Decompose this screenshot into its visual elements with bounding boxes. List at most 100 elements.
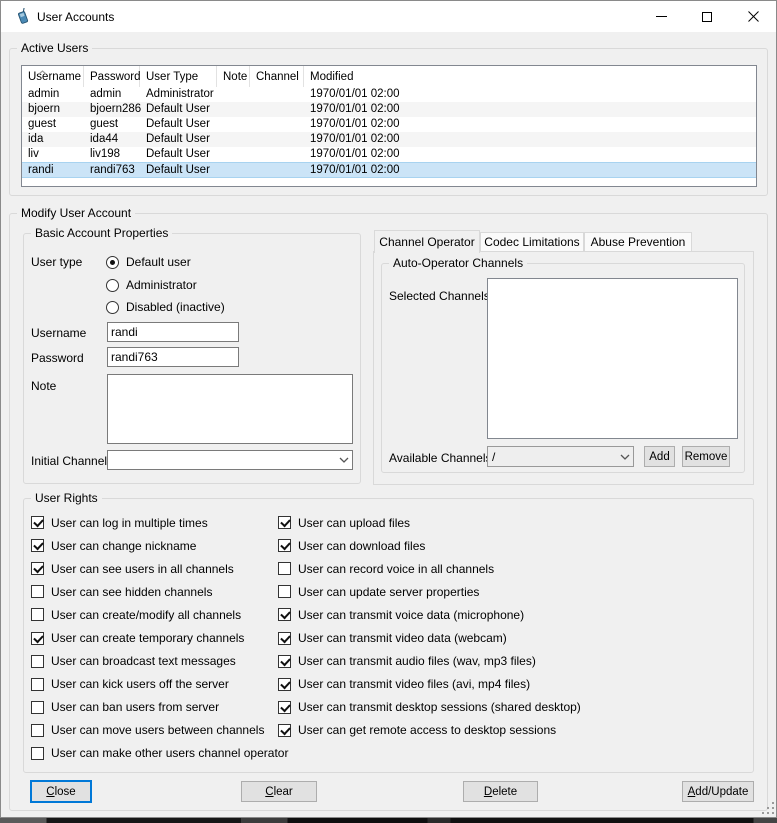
checkbox-unchecked-icon: [31, 678, 44, 691]
active-users-table[interactable]: UsernamePasswordUser TypeNoteChannelModi…: [21, 65, 757, 187]
checkbox-checked-icon: [278, 632, 291, 645]
cell-modified: 1970/01/01 02:00: [304, 163, 756, 177]
active-users-group-label: Active Users: [17, 41, 92, 56]
user-right-checkbox[interactable]: User can broadcast text messages: [31, 650, 273, 673]
user-right-checkbox[interactable]: User can move users between channels: [31, 719, 273, 742]
cell-modified: 1970/01/01 02:00: [304, 102, 756, 117]
close-button[interactable]: Close: [30, 780, 92, 803]
table-row-ida[interactable]: idaida44Default User1970/01/01 02:00: [22, 132, 756, 147]
clear-button[interactable]: Clear: [241, 781, 317, 802]
user-right-checkbox[interactable]: User can log in multiple times: [31, 511, 273, 534]
user-right-checkbox[interactable]: User can get remote access to desktop se…: [278, 719, 748, 742]
cell-channel: [250, 117, 304, 132]
cell-user_type: Administrator: [140, 87, 217, 102]
titlebar[interactable]: User Accounts: [1, 1, 776, 32]
radio-icon: [106, 279, 119, 292]
user-right-checkbox[interactable]: User can download files: [278, 534, 748, 557]
table-row-admin[interactable]: adminadminAdministrator1970/01/01 02:00: [22, 87, 756, 102]
window-title: User Accounts: [37, 10, 114, 24]
cell-modified: 1970/01/01 02:00: [304, 87, 756, 102]
username-field[interactable]: [107, 322, 239, 342]
checkbox-unchecked-icon: [31, 747, 44, 760]
checkbox-unchecked-icon: [31, 608, 44, 621]
resize-grip[interactable]: [762, 802, 775, 815]
tab-codec-limitations[interactable]: Codec Limitations: [480, 232, 584, 251]
maximize-button[interactable]: [684, 1, 730, 32]
user-right-checkbox[interactable]: User can see hidden channels: [31, 580, 273, 603]
user-right-checkbox[interactable]: User can upload files: [278, 511, 748, 534]
minimize-button[interactable]: [638, 1, 684, 32]
username-label: Username: [31, 326, 86, 340]
user-right-checkbox[interactable]: User can transmit audio files (wav, mp3 …: [278, 650, 748, 673]
column-header-note[interactable]: Note: [217, 66, 250, 87]
app-icon: [13, 8, 31, 26]
selected-channels-listbox[interactable]: [487, 278, 738, 439]
cell-modified: 1970/01/01 02:00: [304, 117, 756, 132]
user-right-checkbox[interactable]: User can ban users from server: [31, 696, 273, 719]
radio-default-user[interactable]: Default user: [106, 255, 191, 269]
user-right-checkbox[interactable]: User can transmit video files (avi, mp4 …: [278, 673, 748, 696]
checkbox-unchecked-icon: [31, 701, 44, 714]
user-right-checkbox[interactable]: User can update server properties: [278, 580, 748, 603]
user-right-checkbox[interactable]: User can kick users off the server: [31, 673, 273, 696]
cell-modified: 1970/01/01 02:00: [304, 147, 756, 162]
radio-administrator[interactable]: Administrator: [106, 278, 197, 292]
chevron-down-icon: [336, 457, 352, 463]
tab-abuse-prevention[interactable]: Abuse Prevention: [584, 232, 692, 251]
cell-password: bjoern286: [84, 102, 140, 117]
radio-label: Disabled (inactive): [126, 300, 225, 314]
column-header-password[interactable]: Password: [84, 66, 140, 87]
taskbar-behind-window: [0, 818, 777, 823]
close-window-button[interactable]: [730, 1, 776, 32]
table-row-bjoern[interactable]: bjoernbjoern286Default User1970/01/01 02…: [22, 102, 756, 117]
cell-note: [217, 117, 250, 132]
user-right-checkbox[interactable]: User can record voice in all channels: [278, 557, 748, 580]
radio-icon: [106, 301, 119, 314]
cell-password: randi763: [84, 163, 140, 177]
remove-channel-button[interactable]: Remove: [682, 446, 730, 467]
checkbox-checked-icon: [278, 516, 291, 529]
user-right-checkbox[interactable]: User can see users in all channels: [31, 557, 273, 580]
cell-note: [217, 87, 250, 102]
checkbox-unchecked-icon: [31, 724, 44, 737]
cell-username: admin: [22, 87, 84, 102]
checkbox-label: User can move users between channels: [51, 723, 264, 737]
user-right-checkbox[interactable]: User can create/modify all channels: [31, 603, 273, 626]
column-header-channel[interactable]: Channel: [250, 66, 304, 87]
minimize-icon: [656, 16, 667, 17]
available-channels-combobox[interactable]: /: [487, 446, 634, 467]
table-row-liv[interactable]: livliv198Default User1970/01/01 02:00: [22, 147, 756, 162]
user-right-checkbox[interactable]: User can transmit video data (webcam): [278, 626, 748, 649]
column-header-username[interactable]: Username: [22, 66, 84, 87]
delete-button[interactable]: Delete: [463, 781, 538, 802]
add-channel-button[interactable]: Add: [644, 446, 675, 467]
checkbox-label: User can see users in all channels: [51, 562, 234, 576]
initial-channel-combobox[interactable]: [107, 450, 353, 470]
checkbox-label: User can see hidden channels: [51, 585, 212, 599]
password-field[interactable]: [107, 347, 239, 367]
checkbox-unchecked-icon: [278, 585, 291, 598]
user-right-checkbox[interactable]: User can make other users channel operat…: [31, 742, 273, 765]
user-accounts-dialog: User Accounts Active Users UsernamePassw…: [0, 0, 777, 818]
cell-username: bjoern: [22, 102, 84, 117]
user-right-checkbox[interactable]: User can change nickname: [31, 534, 273, 557]
user-right-checkbox[interactable]: User can transmit voice data (microphone…: [278, 603, 748, 626]
table-row-randi[interactable]: randirandi763Default User1970/01/01 02:0…: [22, 162, 756, 178]
cell-channel: [250, 163, 304, 177]
table-row-guest[interactable]: guestguestDefault User1970/01/01 02:00: [22, 117, 756, 132]
close-icon: [748, 11, 759, 22]
user-type-label: User type: [31, 255, 82, 269]
checkbox-label: User can kick users off the server: [51, 677, 229, 691]
tab-channel-operator[interactable]: Channel Operator: [374, 230, 480, 253]
active-users-table-header[interactable]: UsernamePasswordUser TypeNoteChannelModi…: [22, 66, 756, 87]
note-field[interactable]: [107, 374, 353, 444]
column-header-user-type[interactable]: User Type: [140, 66, 217, 87]
checkbox-label: User can transmit video files (avi, mp4 …: [298, 677, 530, 691]
add-update-button[interactable]: Add/Update: [682, 781, 754, 802]
radio-disabled[interactable]: Disabled (inactive): [106, 300, 225, 314]
user-right-checkbox[interactable]: User can create temporary channels: [31, 626, 273, 649]
column-header-modified[interactable]: Modified: [304, 66, 756, 87]
checkbox-label: User can log in multiple times: [51, 516, 208, 530]
user-right-checkbox[interactable]: User can transmit desktop sessions (shar…: [278, 696, 748, 719]
cell-note: [217, 163, 250, 177]
